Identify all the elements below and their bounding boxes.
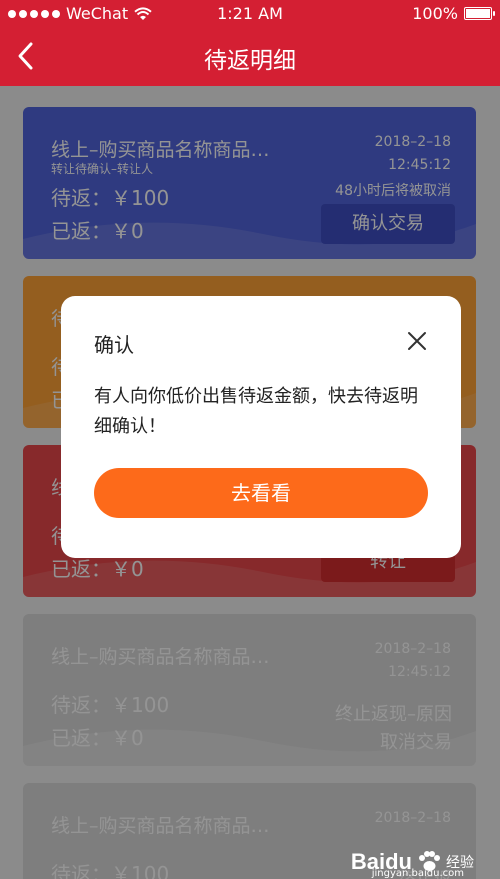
dialog-title: 确认 xyxy=(94,333,134,357)
battery-percent: 100% xyxy=(412,4,458,23)
page-title: 待返明细 xyxy=(204,48,296,74)
go-see-button[interactable]: 去看看 xyxy=(94,468,428,518)
close-icon xyxy=(408,332,426,350)
close-button[interactable] xyxy=(405,329,429,353)
nav-bar: 待返明细 xyxy=(0,28,500,86)
battery-icon xyxy=(464,7,495,20)
status-right: 100% xyxy=(412,4,495,23)
watermark-url: jingyan.baidu.com xyxy=(371,868,464,879)
dialog-message: 有人向你低价出售待返金额，快去待返明细确认！ xyxy=(94,386,418,437)
status-bar: WeChat 1:21 AM 100% xyxy=(0,0,500,28)
confirm-dialog: 确认 有人向你低价出售待返金额，快去待返明细确认！ 去看看 xyxy=(61,296,461,558)
